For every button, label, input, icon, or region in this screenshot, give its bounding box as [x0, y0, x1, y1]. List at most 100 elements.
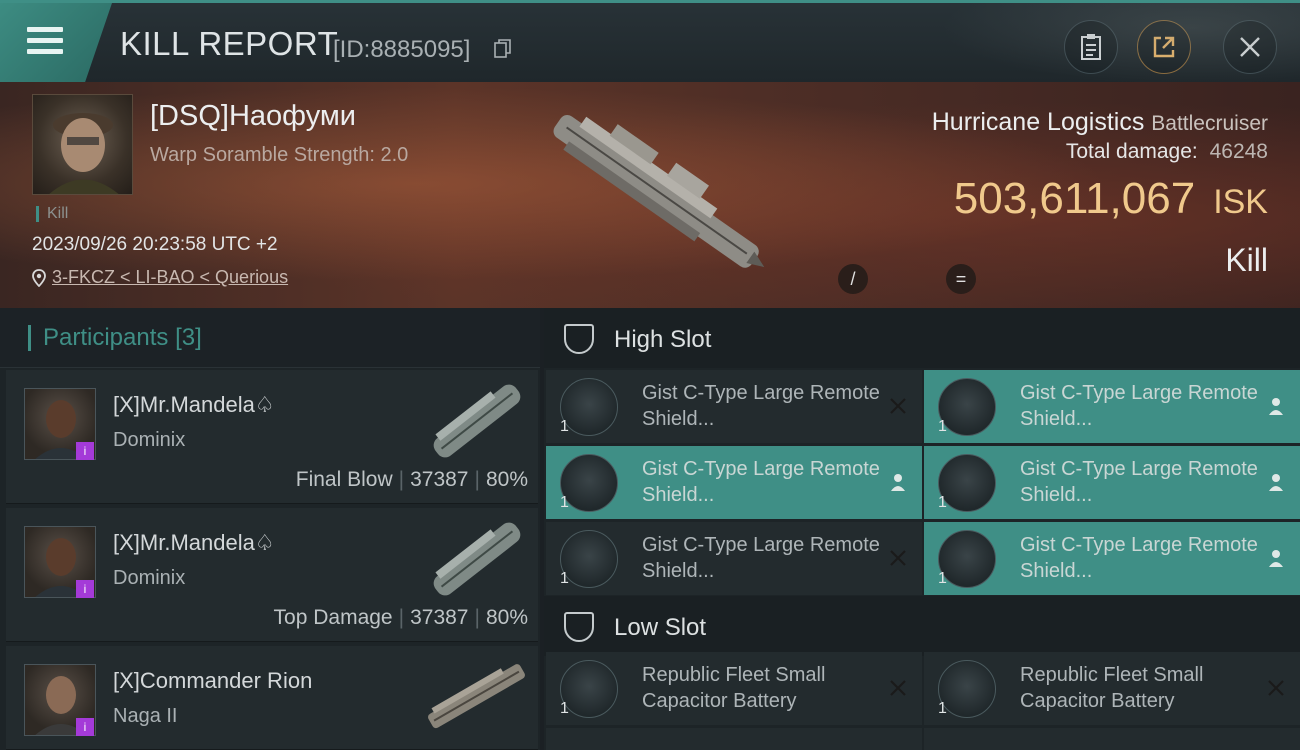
participant-ship-image	[428, 664, 525, 729]
report-id: [ID:8885095]	[333, 36, 471, 63]
close-icon	[1240, 37, 1260, 57]
ship-name-text: Hurricane Logistics	[931, 108, 1145, 136]
item-quantity: 1	[938, 700, 947, 717]
destroyed-x-icon	[890, 398, 906, 414]
item-quantity: 1	[938, 570, 947, 587]
dropped-person-icon	[891, 474, 905, 491]
participant-role: Final Blow	[295, 468, 393, 491]
participants-panel: Participants [3] i [X]Mr.Mandela♤ Domini…	[0, 308, 540, 750]
participant-name: [X]Commander Rion	[113, 668, 313, 693]
total-damage-label: Total damage:	[1065, 140, 1198, 163]
total-damage-value: 46248	[1209, 140, 1268, 163]
low-slot-item[interactable]	[546, 728, 922, 750]
clipboard-button[interactable]	[1064, 20, 1118, 74]
participant-stats: Final Blow | 37387 | 80%	[295, 468, 528, 491]
high-slot-item[interactable]: 1 Gist C-Type Large Remote Shield...	[546, 522, 922, 595]
high-slot-icon	[564, 324, 594, 354]
participants-title: Participants [3]	[28, 325, 202, 351]
location-pin-icon	[32, 268, 46, 287]
close-button[interactable]	[1223, 20, 1277, 74]
participant-ship: Naga II	[113, 705, 178, 727]
low-slot-label: Low Slot	[614, 614, 707, 641]
high-slot-item[interactable]: 1 Gist C-Type Large Remote Shield...	[546, 446, 922, 519]
item-quantity: 1	[560, 418, 569, 435]
slash-icon[interactable]: /	[838, 264, 868, 294]
low-slot-header: Low Slot	[544, 596, 1300, 656]
participant-name: [X]Mr.Mandela♤	[113, 530, 275, 555]
participants-count: [3]	[175, 324, 202, 351]
isk-value: 503,611,067 ISK	[954, 174, 1268, 224]
high-slot-item[interactable]: 1 Gist C-Type Large Remote Shield...	[546, 370, 922, 443]
low-slot-icon	[564, 612, 594, 642]
item-name: Gist C-Type Large Remote Shield...	[1020, 382, 1258, 430]
dropped-person-icon	[1269, 550, 1283, 567]
participant-row[interactable]: i [X]Mr.Mandela♤ Dominix Top Damage | 3738…	[6, 508, 538, 642]
participant-badge: i	[76, 442, 94, 460]
share-icon	[1153, 36, 1175, 58]
participant-damage: 37387	[410, 468, 469, 491]
location-link[interactable]: 3-FKCZ < LI-BAO < Querious	[52, 267, 288, 288]
fitting-slots-panel: High Slot 1 Gist C-Type Large Remote Shi…	[544, 308, 1300, 750]
participant-ship: Dominix	[113, 567, 186, 589]
participant-row[interactable]: i [X]Mr.Mandela♤ Dominix Final Blow | 3738…	[6, 370, 538, 504]
high-slot-header: High Slot	[544, 308, 1300, 368]
victim-ship-name: Hurricane Logistics Battlecruiser	[932, 108, 1268, 137]
item-name: Gist C-Type Large Remote Shield...	[642, 382, 880, 430]
portrait-image	[49, 113, 119, 194]
low-slot-item[interactable]	[924, 728, 1300, 750]
item-name: Gist C-Type Large Remote Shield...	[1020, 534, 1258, 582]
item-name: Gist C-Type Large Remote Shield...	[1020, 458, 1258, 506]
high-slot-item[interactable]: 1 Gist C-Type Large Remote Shield...	[924, 446, 1300, 519]
high-slot-item[interactable]: 1 Gist C-Type Large Remote Shield...	[924, 370, 1300, 443]
low-slot-item[interactable]: 1 Republic Fleet Small Capacitor Battery	[924, 652, 1300, 725]
item-quantity: 1	[560, 570, 569, 587]
victim-name: [DSQ]Наофуми	[150, 100, 357, 132]
destroyed-x-icon	[890, 550, 906, 566]
copy-icon[interactable]	[494, 38, 512, 59]
participant-ship: Dominix	[113, 429, 186, 451]
isk-unit: ISK	[1213, 183, 1268, 221]
participants-header: Participants [3]	[0, 308, 540, 368]
dropped-person-icon	[1269, 398, 1283, 415]
equals-icon[interactable]: =	[946, 264, 976, 294]
kill-tag: Kill	[36, 206, 68, 222]
participant-percent: 80%	[485, 468, 528, 491]
item-quantity: 1	[560, 494, 569, 511]
location-row[interactable]: 3-FKCZ < LI-BAO < Querious	[32, 267, 288, 288]
item-name: Republic Fleet Small Capacitor Battery	[642, 664, 826, 712]
total-damage: Total damage: 46248	[1066, 140, 1268, 164]
ship-class: Battlecruiser	[1151, 112, 1268, 135]
item-quantity: 1	[938, 418, 947, 435]
participant-damage: 37387	[410, 606, 469, 629]
item-name: Gist C-Type Large Remote Shield...	[642, 534, 880, 582]
item-name: Gist C-Type Large Remote Shield...	[642, 458, 880, 506]
participant-row[interactable]: i [X]Commander Rion Naga II	[6, 646, 538, 750]
kill-timestamp: 2023/09/26 20:23:58 UTC +2	[32, 234, 278, 255]
participant-percent: 80%	[485, 606, 528, 629]
page-title: KILL REPORT	[120, 25, 339, 62]
participant-role: Top Damage	[273, 606, 393, 629]
victim-banner: [DSQ]Наофуми Warp Soramble Strength: 2.0…	[0, 82, 1300, 308]
high-slot-label: High Slot	[614, 326, 712, 353]
share-button[interactable]	[1137, 20, 1191, 74]
item-quantity: 1	[938, 494, 947, 511]
victim-scramble-strength: Warp Soramble Strength: 2.0	[150, 144, 409, 166]
header-bar: KILL REPORT [ID:8885095]	[0, 0, 1300, 85]
menu-button[interactable]	[0, 3, 112, 82]
participants-label: Participants	[43, 324, 169, 351]
participant-stats: Top Damage | 37387 | 80%	[273, 606, 528, 629]
high-slot-item[interactable]: 1 Gist C-Type Large Remote Shield...	[924, 522, 1300, 595]
participant-badge: i	[76, 718, 94, 736]
victim-ship-image	[553, 115, 765, 268]
low-slot-item[interactable]: 1 Republic Fleet Small Capacitor Battery	[546, 652, 922, 725]
item-quantity: 1	[560, 700, 569, 717]
victim-avatar[interactable]	[32, 94, 133, 195]
item-name: Republic Fleet Small Capacitor Battery	[1020, 664, 1204, 712]
participant-name: [X]Mr.Mandela♤	[113, 392, 275, 417]
destroyed-x-icon	[890, 680, 906, 696]
dropped-person-icon	[1269, 474, 1283, 491]
participant-ship-image	[433, 384, 521, 458]
kill-result: Kill	[1225, 242, 1268, 278]
participant-badge: i	[76, 580, 94, 598]
participant-ship-image	[433, 522, 521, 596]
